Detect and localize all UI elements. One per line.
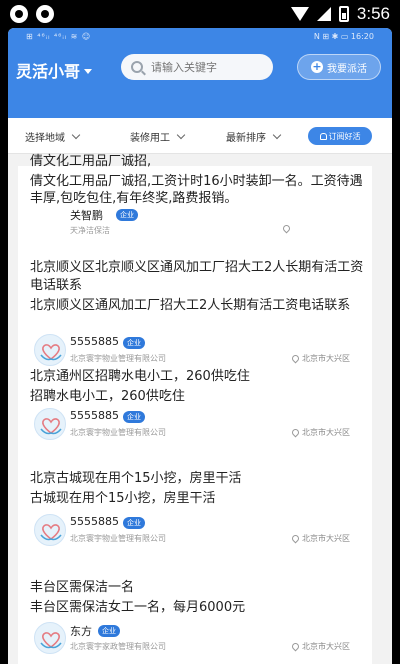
avatar — [34, 622, 66, 654]
poster-name: 关智鹏 — [70, 209, 103, 222]
bell-icon — [319, 132, 327, 140]
search-bar[interactable] — [121, 54, 273, 80]
job-description: 倩文化工用品厂诚招,工资计时16小时装卸一名。工资待遇丰厚,包吃包住,有年终奖,… — [30, 174, 363, 206]
brand-title: 灵活小哥 — [16, 62, 81, 81]
wifi-icon — [290, 7, 309, 21]
job-title: 丰台区需保洁一名 — [30, 580, 135, 595]
heart-hands-icon — [40, 524, 62, 541]
notification-icon — [36, 5, 54, 23]
app-header: ⊞ ⁴⁶ᵢₗ ⁴⁶ᵢₗ ≋ ☺ N ⊞ ✱ ▭ 16:20 灵活小哥 + 我要派… — [8, 28, 392, 118]
inner-status-left: ⊞ ⁴⁶ᵢₗ ⁴⁶ᵢₗ ≋ ☺ — [26, 32, 92, 41]
subscribe-label: 订阅好活 — [328, 131, 361, 141]
chevron-down-icon — [71, 130, 81, 139]
company-badge: 企业 — [123, 337, 145, 349]
company-badge: 企业 — [123, 517, 145, 529]
company-name: 北京寰宇物业管理有限公司 — [70, 534, 166, 543]
plus-icon: + — [311, 60, 323, 73]
location: 北京市大兴区 — [290, 353, 350, 364]
company-name: 北京寰宇物业管理有限公司 — [70, 428, 166, 437]
location: 北京市大兴区 — [290, 641, 350, 652]
heart-hands-icon — [40, 632, 62, 649]
search-icon — [131, 61, 143, 73]
location-pin-icon — [290, 533, 301, 544]
filter-category[interactable]: 装修用工 — [130, 129, 186, 144]
chevron-down-icon — [272, 130, 282, 139]
search-input[interactable] — [151, 60, 261, 74]
job-card[interactable]: 北京古城现在用个15小挖，房里干活 古城现在用个15小挖，房里干活 — [30, 470, 370, 507]
location-text: 北京市大兴区 — [302, 642, 350, 651]
chevron-down-icon — [176, 130, 186, 139]
job-title: 倩文化工用品厂诚招, — [30, 154, 152, 169]
poster-info: 东方 企业 北京寰宇家政管理有限公司 北京市大兴区 — [34, 622, 350, 656]
poster-name: 5555885 — [70, 515, 119, 528]
company-name: 北京寰宇家政管理有限公司 — [70, 642, 166, 651]
job-title: 北京古城现在用个15小挖，房里干活 — [30, 471, 242, 486]
job-description: 古城现在用个15小挖，房里干活 — [30, 491, 216, 506]
dispatch-job-label: 我要派活 — [327, 63, 367, 75]
poster-name: 5555885 — [70, 409, 119, 422]
notification-icon — [10, 5, 28, 23]
filter-region[interactable]: 选择地域 — [25, 129, 81, 144]
location-pin-icon — [290, 353, 301, 364]
inner-status-right: N ⊞ ✱ ▭ 16:20 — [313, 32, 374, 41]
job-title: 北京通州区招聘水电小工，260供吃住 — [30, 369, 250, 384]
heart-hands-icon — [40, 344, 62, 361]
poster-info: 关智鹏 企业 天净洁保洁 — [34, 206, 350, 240]
job-description: 丰台区需保洁女工一名，每月6000元 — [30, 600, 246, 615]
job-card[interactable]: 丰台区需保洁一名 丰台区需保洁女工一名，每月6000元 — [30, 579, 370, 616]
poster-info: 5555885 企业 北京寰宇物业管理有限公司 北京市大兴区 — [34, 408, 350, 442]
job-description: 北京顺义区通风加工厂招大工2人长期有活工资电话联系 — [30, 298, 351, 313]
heart-hands-icon — [40, 418, 62, 435]
avatar — [34, 408, 66, 440]
poster-info: 5555885 企业 北京寰宇物业管理有限公司 北京市大兴区 — [34, 334, 350, 368]
filter-category-label: 装修用工 — [130, 133, 170, 144]
company-name: 北京寰宇物业管理有限公司 — [70, 354, 166, 363]
device-status-bar: 3:56 — [0, 0, 400, 28]
filter-sort[interactable]: 最新排序 — [226, 129, 282, 144]
company-badge: 企业 — [116, 209, 138, 221]
avatar — [34, 334, 66, 366]
poster-info: 5555885 企业 北京寰宇物业管理有限公司 北京市大兴区 — [34, 514, 350, 548]
company-badge: 企业 — [98, 625, 120, 637]
location: 北京市大兴区 — [290, 427, 350, 438]
location: 北京市大兴区 — [290, 533, 350, 544]
location-text: 北京市大兴区 — [302, 534, 350, 543]
filter-sort-label: 最新排序 — [226, 133, 266, 144]
filter-bar: 选择地域 装修用工 最新排序 订阅好活 — [8, 118, 392, 154]
inner-status-bar: ⊞ ⁴⁶ᵢₗ ⁴⁶ᵢₗ ≋ ☺ N ⊞ ✱ ▭ 16:20 — [8, 28, 392, 46]
location-text: 北京市大兴区 — [302, 354, 350, 363]
job-card[interactable]: 北京通州区招聘水电小工，260供吃住 招聘水电小工，260供吃住 — [30, 368, 370, 405]
dispatch-job-button[interactable]: + 我要派活 — [297, 54, 381, 80]
subscribe-button[interactable]: 订阅好活 — [308, 127, 372, 145]
location-pin-icon — [290, 641, 301, 652]
city-selector[interactable]: 灵活小哥 — [16, 58, 93, 82]
poster-name: 东方 — [70, 625, 92, 638]
job-card[interactable]: 北京顺义区北京顺义区通风加工厂招大工2人长期有活工资电话联系 北京顺义区通风加工… — [30, 259, 370, 314]
location-pin-icon — [281, 223, 292, 234]
battery-icon — [338, 6, 349, 22]
location — [281, 223, 292, 234]
company-badge: 企业 — [123, 411, 145, 423]
location-text: 北京市大兴区 — [302, 428, 350, 437]
device-time: 3:56 — [356, 4, 390, 23]
company-name: 天净洁保洁 — [70, 226, 110, 235]
avatar — [34, 514, 66, 546]
job-description: 招聘水电小工，260供吃住 — [30, 389, 185, 404]
caret-down-icon — [84, 69, 93, 74]
poster-name: 5555885 — [70, 335, 119, 348]
job-title: 北京顺义区北京顺义区通风加工厂招大工2人长期有活工资电话联系 — [30, 260, 364, 293]
location-pin-icon — [290, 427, 301, 438]
job-card[interactable]: 倩文化工用品厂诚招, 倩文化工用品厂诚招,工资计时16小时装卸一名。工资待遇丰厚… — [30, 153, 370, 207]
filter-region-label: 选择地域 — [25, 133, 65, 144]
signal-icon — [316, 7, 331, 21]
app-window: ⊞ ⁴⁶ᵢₗ ⁴⁶ᵢₗ ≋ ☺ N ⊞ ✱ ▭ 16:20 灵活小哥 + 我要派… — [8, 28, 392, 664]
